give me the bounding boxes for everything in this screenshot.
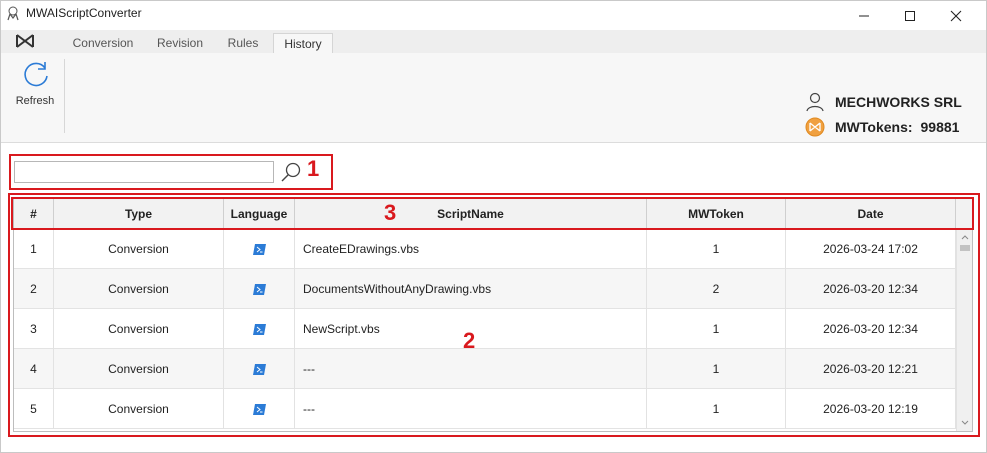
maximize-icon — [905, 10, 915, 21]
annotation-number-2: 2 — [463, 328, 476, 353]
refresh-label: Refresh — [15, 95, 55, 107]
company-name: MECHWORKS SRL — [835, 94, 962, 110]
refresh-button[interactable]: Refresh — [9, 57, 61, 133]
title-bar[interactable]: MWAIScriptConverter — [1, 1, 986, 30]
minimize-button[interactable] — [841, 1, 887, 30]
annotation-number-3: 3 — [384, 200, 397, 225]
tokens-value: 99881 — [920, 119, 960, 135]
account-panel: MECHWORKS SRL MWTokens: 99881 — [805, 91, 980, 141]
token-row: MWTokens: 99881 — [805, 116, 959, 138]
tokens-label: MWTokens: — [835, 119, 913, 135]
app-window: MWAIScriptConverter Conversion Revision … — [0, 0, 987, 453]
annotation-number-1: 1 — [307, 156, 320, 181]
user-row: MECHWORKS SRL — [805, 91, 962, 113]
app-menu-logo-icon[interactable] — [15, 33, 35, 49]
window-title: MWAIScriptConverter — [26, 6, 142, 20]
app-logo-icon — [7, 6, 19, 21]
minimize-icon — [859, 15, 869, 16]
maximize-button[interactable] — [887, 1, 933, 30]
tab-strip: Conversion Revision Rules History — [1, 30, 986, 53]
close-button[interactable] — [933, 1, 979, 30]
annotation-box-header — [11, 197, 974, 230]
tab-conversion[interactable]: Conversion — [65, 33, 141, 53]
user-icon — [806, 92, 824, 112]
tab-history[interactable]: History — [273, 33, 333, 53]
tab-revision[interactable]: Revision — [147, 33, 213, 53]
token-coin-icon — [805, 117, 825, 137]
refresh-icon — [24, 62, 48, 87]
ribbon-separator — [64, 59, 65, 133]
close-icon — [950, 10, 962, 21]
ribbon: Refresh MECHWORKS SRL MWTokens: 99881 — [1, 53, 986, 143]
tab-rules[interactable]: Rules — [219, 33, 267, 53]
annotation-box-search — [9, 154, 333, 190]
